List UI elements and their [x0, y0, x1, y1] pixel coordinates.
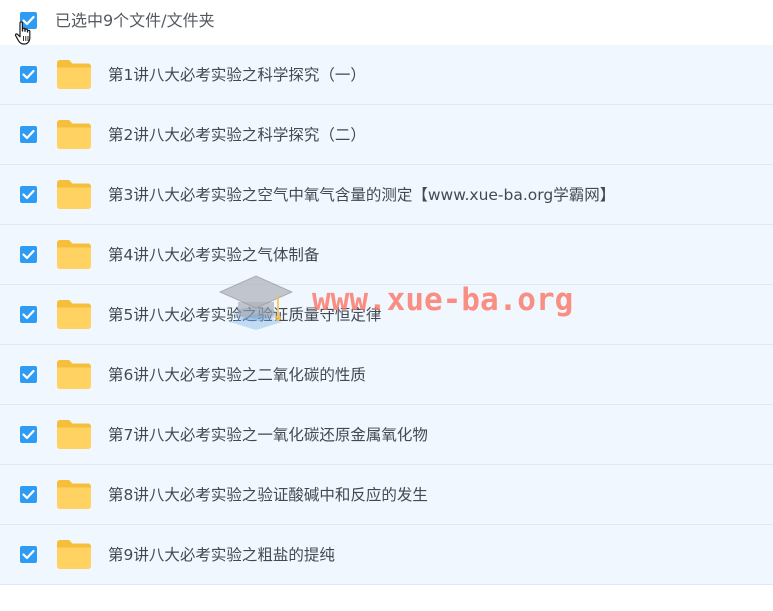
- folder-row[interactable]: 第4讲八大必考实验之气体制备: [0, 225, 773, 285]
- folder-row[interactable]: 第7讲八大必考实验之一氧化碳还原金属氧化物: [0, 405, 773, 465]
- folder-row[interactable]: 第3讲八大必考实验之空气中氧气含量的测定【www.xue-ba.org学霸网】: [0, 165, 773, 225]
- folder-icon: [57, 480, 91, 509]
- folder-name[interactable]: 第8讲八大必考实验之验证酸碱中和反应的发生: [108, 484, 428, 506]
- hand-cursor-icon: [14, 21, 31, 45]
- folder-icon: [57, 240, 91, 269]
- row-checkbox[interactable]: [20, 186, 37, 203]
- checkmark-icon: [22, 129, 35, 140]
- file-list: 第1讲八大必考实验之科学探究（一） 第2讲八大必考实验之科学探究（二） 第3讲八大必…: [0, 45, 773, 585]
- row-checkbox[interactable]: [20, 306, 37, 323]
- folder-icon: [57, 120, 91, 149]
- folder-icon: [57, 360, 91, 389]
- folder-icon: [57, 300, 91, 329]
- checkmark-icon: [22, 429, 35, 440]
- row-checkbox[interactable]: [20, 486, 37, 503]
- folder-name[interactable]: 第7讲八大必考实验之一氧化碳还原金属氧化物: [108, 424, 428, 446]
- folder-name[interactable]: 第2讲八大必考实验之科学探究（二）: [108, 124, 366, 146]
- folder-icon: [57, 60, 91, 89]
- folder-name[interactable]: 第5讲八大必考实验之验证质量守恒定律: [108, 304, 381, 326]
- selection-count-label: 已选中9个文件/文件夹: [55, 11, 215, 30]
- selection-header: 已选中9个文件/文件夹: [0, 0, 773, 45]
- checkmark-icon: [22, 489, 35, 500]
- folder-name[interactable]: 第9讲八大必考实验之粗盐的提纯: [108, 544, 335, 566]
- folder-row[interactable]: 第5讲八大必考实验之验证质量守恒定律: [0, 285, 773, 345]
- folder-row[interactable]: 第6讲八大必考实验之二氧化碳的性质: [0, 345, 773, 405]
- row-checkbox[interactable]: [20, 246, 37, 263]
- row-checkbox[interactable]: [20, 546, 37, 563]
- folder-row[interactable]: 第9讲八大必考实验之粗盐的提纯: [0, 525, 773, 585]
- row-checkbox[interactable]: [20, 426, 37, 443]
- checkmark-icon: [22, 189, 35, 200]
- folder-row[interactable]: 第1讲八大必考实验之科学探究（一）: [0, 45, 773, 105]
- folder-row[interactable]: 第8讲八大必考实验之验证酸碱中和反应的发生: [0, 465, 773, 525]
- folder-icon: [57, 180, 91, 209]
- row-checkbox[interactable]: [20, 66, 37, 83]
- folder-row[interactable]: 第2讲八大必考实验之科学探究（二）: [0, 105, 773, 165]
- folder-icon: [57, 540, 91, 569]
- row-checkbox[interactable]: [20, 366, 37, 383]
- row-checkbox[interactable]: [20, 126, 37, 143]
- folder-icon: [57, 420, 91, 449]
- checkmark-icon: [22, 69, 35, 80]
- checkmark-icon: [22, 549, 35, 560]
- folder-name[interactable]: 第1讲八大必考实验之科学探究（一）: [108, 64, 366, 86]
- folder-name[interactable]: 第6讲八大必考实验之二氧化碳的性质: [108, 364, 366, 386]
- folder-name[interactable]: 第4讲八大必考实验之气体制备: [108, 244, 319, 266]
- folder-name[interactable]: 第3讲八大必考实验之空气中氧气含量的测定【www.xue-ba.org学霸网】: [108, 184, 615, 206]
- checkmark-icon: [22, 249, 35, 260]
- checkmark-icon: [22, 309, 35, 320]
- checkmark-icon: [22, 369, 35, 380]
